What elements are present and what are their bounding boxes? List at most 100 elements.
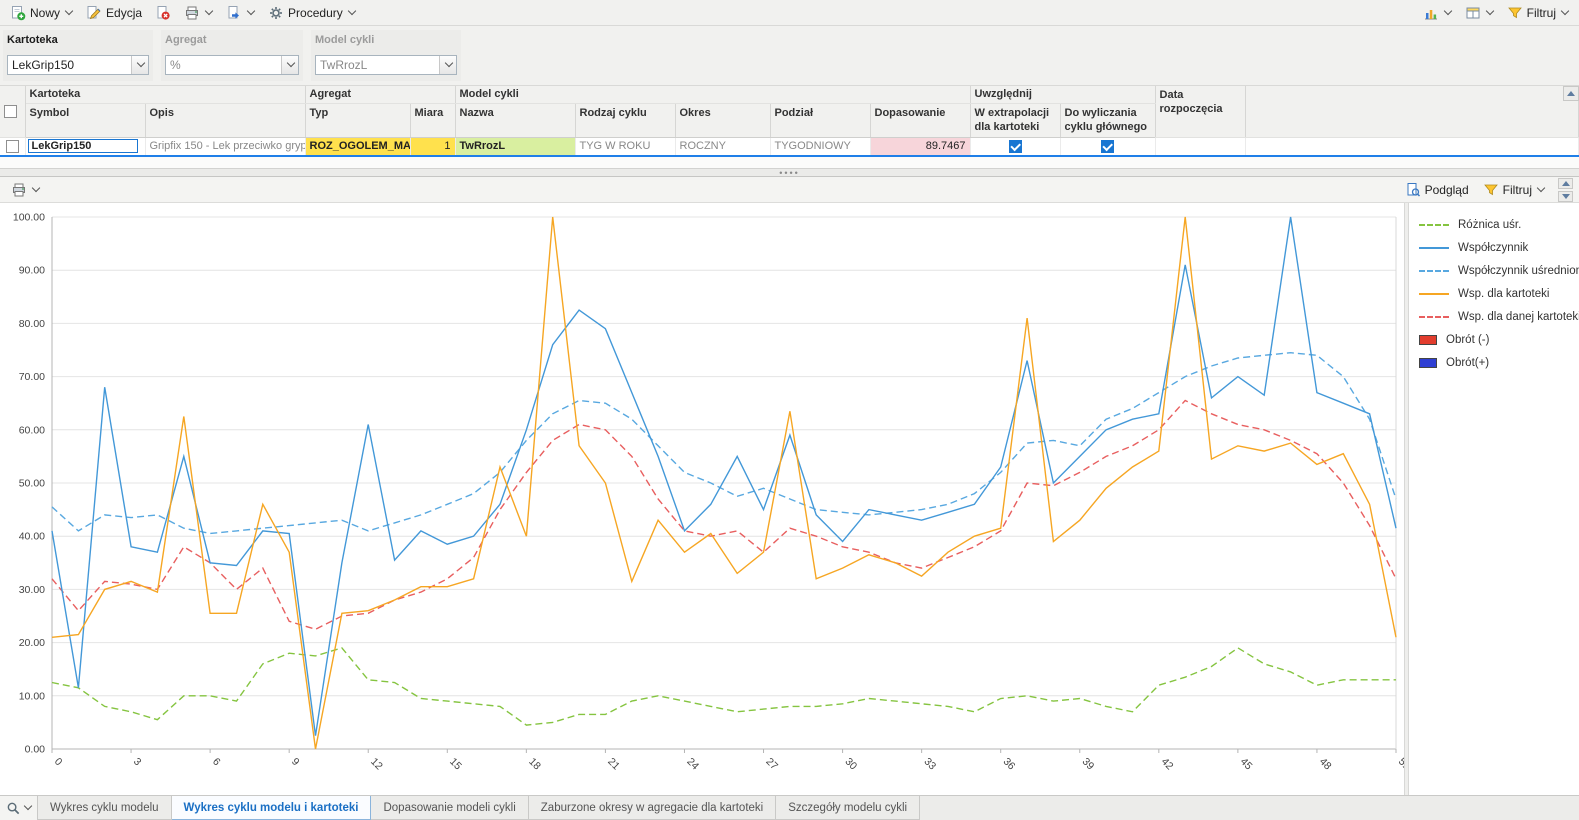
cell-typ[interactable]: ROZ_OGOLEM_MA [305, 137, 411, 157]
row-select-checkbox[interactable] [5, 139, 19, 153]
tab-wykres-cyklu-modelu-i-kartoteki[interactable]: Wykres cyklu modelu i kartoteki [171, 796, 372, 820]
records-grid: Kartoteka Agregat Model cykli Uwzględnij Dat… [0, 86, 1579, 157]
cell-miara[interactable]: 1 [410, 137, 456, 157]
magnifier-icon [7, 802, 19, 814]
chart-filtruj-label: Filtruj [1502, 182, 1532, 197]
chevron-down-icon [64, 6, 74, 15]
scroll-up-button[interactable] [1558, 177, 1573, 189]
cell-okres[interactable]: ROCZNY [675, 137, 771, 157]
filtruj-button[interactable]: Filtruj [1502, 3, 1574, 23]
legend-label: Obrót(+) [1446, 356, 1490, 369]
cell-data-rozpoczecia[interactable] [1155, 137, 1246, 157]
cell-symbol[interactable]: LekGrip150 [25, 137, 146, 157]
edycja-button[interactable]: Edycja [81, 3, 147, 23]
zoom-tool-button[interactable] [0, 796, 38, 820]
tab-wykres-cyklu-modelu[interactable]: Wykres cyklu modelu [38, 796, 172, 820]
chart-scrollbar [1558, 177, 1573, 202]
printer-icon [13, 183, 25, 196]
svg-text:45: 45 [1238, 756, 1255, 773]
select-all-checkbox[interactable] [4, 104, 17, 118]
chevron-down-icon [1536, 183, 1546, 192]
splitter-handle-icon: •••• [779, 168, 800, 178]
agregat-combo-value: % [170, 58, 181, 72]
svg-text:9: 9 [289, 756, 302, 769]
cell-rodzaj-cyklu[interactable]: TYG W ROKU [575, 137, 676, 157]
svg-text:50.00: 50.00 [19, 478, 45, 490]
grid-column-header[interactable]: Symbol [25, 103, 146, 138]
grid-column-header[interactable]: Typ [305, 103, 411, 138]
legend-item: Wsp. dla danej kartoteki uśr. [1419, 305, 1579, 328]
chevron-down-icon [136, 58, 145, 68]
nowy-button[interactable]: Nowy [5, 3, 78, 23]
legend-label: Wsp. dla danej kartoteki uśr. [1458, 310, 1579, 323]
grid-column-header[interactable]: Nazwa [455, 103, 576, 138]
grid-column-header[interactable]: Opis [145, 103, 306, 138]
cell-opis[interactable]: Gripfix 150 - Lek przeciwko grypie [145, 137, 306, 157]
chevron-down-icon [23, 801, 32, 811]
chart-body: 0.00 10.00 20.00 30.00 40.00 50.00 60.00 70.00 8… [0, 203, 1579, 795]
agregat-filter-group: Agregat % [161, 30, 303, 81]
tab-dopasowanie-modeli-cykli[interactable]: Dopasowanie modeli cykli [371, 796, 529, 820]
chart-filtruj-button[interactable]: Filtruj [1478, 180, 1550, 200]
extrapolation-checkbox[interactable] [1008, 139, 1022, 153]
delete-button[interactable] [150, 3, 176, 23]
chevron-down-icon [1443, 6, 1452, 15]
printer-icon [186, 6, 199, 19]
edit-pencil-icon [87, 5, 101, 19]
print-button[interactable] [179, 3, 218, 23]
grid-scrollbar-up[interactable] [1563, 86, 1579, 101]
grid-header-filler [1245, 86, 1579, 138]
grid-column-header[interactable]: Podział [770, 103, 871, 138]
delete-icon [157, 5, 170, 20]
svg-text:30: 30 [842, 756, 859, 773]
kartoteka-combo[interactable]: LekGrip150 [7, 55, 149, 75]
model-cykli-combo[interactable]: TwRrozL [315, 55, 457, 75]
procedury-button[interactable]: Procedury [263, 3, 361, 23]
filter-funnel-icon [1483, 184, 1498, 195]
grid-column-header[interactable]: Rodzaj cyklu [575, 103, 676, 138]
main-cycle-checkbox[interactable] [1101, 139, 1115, 153]
cycle-chart: 0.00 10.00 20.00 30.00 40.00 50.00 60.00 70.00 8… [13, 212, 1404, 773]
select-all-cell [0, 86, 26, 138]
agregat-combo[interactable]: % [165, 55, 299, 75]
export-button[interactable] [221, 3, 260, 23]
svg-text:20.00: 20.00 [19, 637, 45, 649]
scroll-up-icon [1567, 91, 1575, 96]
kartoteka-combo-button[interactable] [131, 56, 148, 74]
svg-text:39: 39 [1080, 756, 1097, 773]
model-cykli-combo-button[interactable] [439, 56, 456, 74]
tab-szczegóły-modelu-cykli[interactable]: Szczegóły modelu cykli [776, 796, 921, 820]
cell-nazwa[interactable]: TwRrozL [455, 137, 576, 157]
grid-column-header[interactable]: W extrapolacji dla kartoteki [970, 103, 1061, 138]
svg-text:42: 42 [1159, 756, 1176, 773]
legend-item: Obrót(+) [1419, 351, 1579, 374]
grid-column-header[interactable]: Dopasowanie [870, 103, 971, 138]
podglad-button[interactable]: Podgląd [1400, 180, 1474, 200]
svg-text:12: 12 [368, 756, 385, 773]
legend-item: Różnica uśr. [1419, 213, 1579, 236]
table-row[interactable]: LekGrip150 Gripfix 150 - Lek przeciwko gr… [0, 137, 1579, 157]
horizontal-splitter[interactable]: •••• [0, 168, 1579, 178]
grid-column-header[interactable]: Okres [675, 103, 771, 138]
legend-box-swatch [1419, 357, 1437, 368]
scroll-down-button[interactable] [1558, 190, 1573, 202]
chevron-down-icon [347, 6, 356, 15]
symbol-editor[interactable]: LekGrip150 [27, 139, 138, 154]
chart-view-button[interactable] [1418, 3, 1457, 23]
cell-main-cycle-checkbox [1060, 137, 1156, 157]
layout-view-button[interactable] [1460, 3, 1499, 23]
cell-podzial[interactable]: TYGODNIOWY [770, 137, 871, 157]
window-layout-icon [1466, 7, 1480, 18]
new-item-icon [12, 5, 26, 20]
grid-column-header[interactable]: Miara [410, 103, 456, 138]
chart-print-button[interactable] [6, 180, 45, 200]
chart-plot-area[interactable]: 0.00 10.00 20.00 30.00 40.00 50.00 60.00 70.00 8… [0, 203, 1404, 795]
chevron-down-icon [31, 183, 41, 192]
agregat-combo-button[interactable] [281, 56, 298, 74]
bar-chart-icon [1424, 9, 1437, 19]
cell-dopasowanie[interactable]: 89.7467 [870, 137, 971, 157]
tab-zaburzone-okresy-w-agregacie-dla-kartoteki[interactable]: Zaburzone okresy w agregacie dla kartote… [528, 796, 777, 820]
scroll-down-icon [1561, 193, 1570, 199]
svg-text:60.00: 60.00 [19, 424, 45, 436]
grid-column-header[interactable]: Do wyliczania cyklu głównego [1060, 103, 1156, 138]
